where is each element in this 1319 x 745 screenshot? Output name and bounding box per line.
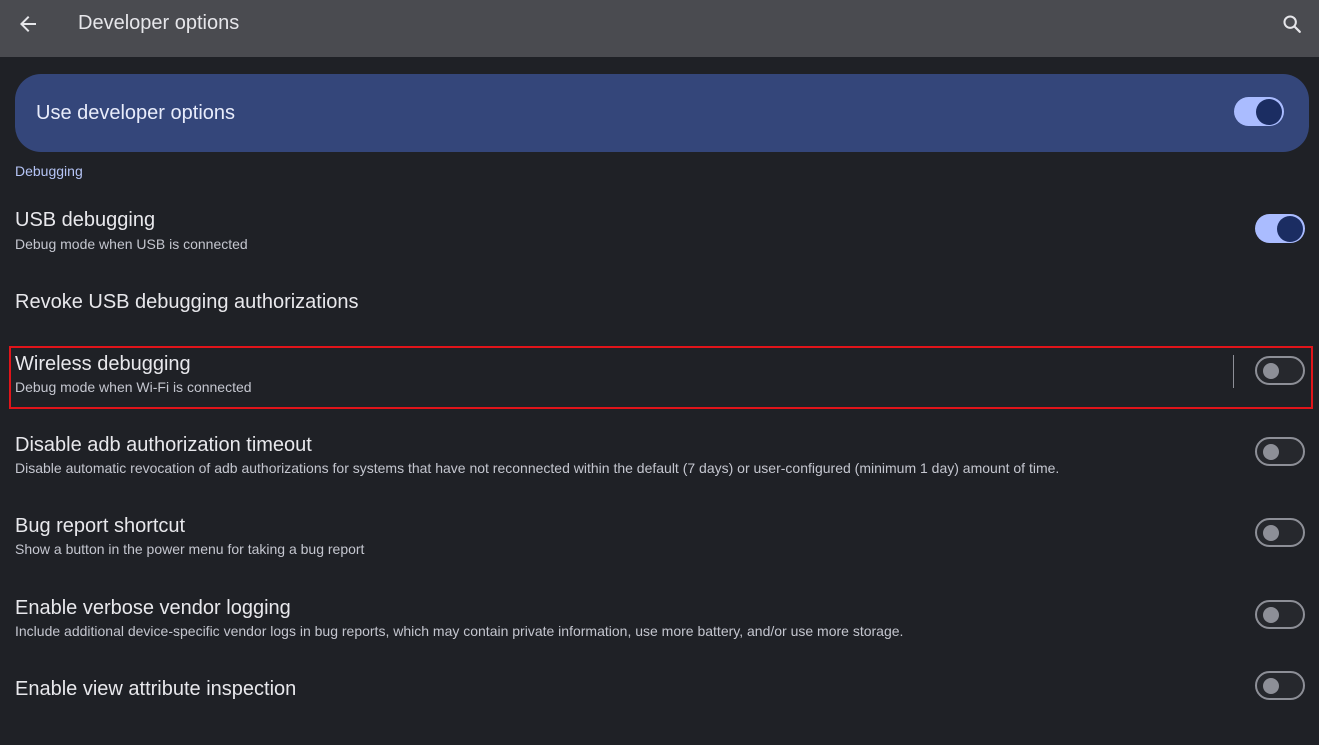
setting-enable-verbose-vendor-logging[interactable]: Enable verbose vendor logging Include ad…: [0, 584, 1319, 654]
setting-revoke-usb-authorizations[interactable]: Revoke USB debugging authorizations: [0, 272, 1319, 334]
switch-thumb: [1263, 524, 1279, 541]
setting-subtitle: Debug mode when USB is connected: [15, 236, 248, 252]
search-button[interactable]: [1274, 6, 1310, 42]
app-bar: Developer options: [0, 0, 1319, 57]
setting-title: Bug report shortcut: [15, 515, 186, 537]
setting-title: Enable view attribute inspection: [15, 678, 297, 700]
setting-subtitle: Include additional device-specific vendo…: [15, 623, 904, 639]
setting-subtitle: Disable automatic revocation of adb auth…: [15, 460, 1060, 476]
setting-enable-view-attribute-inspection[interactable]: Enable view attribute inspection: [0, 660, 1319, 720]
switch-thumb: [1256, 98, 1282, 125]
arrow-left-icon: [20, 16, 36, 32]
section-header-debugging: Debugging: [15, 163, 83, 179]
switch-thumb: [1263, 677, 1279, 694]
setting-subtitle: Show a button in the power menu for taki…: [15, 541, 365, 557]
search-icon: [1283, 15, 1301, 33]
usb-debugging-switch[interactable]: [1255, 214, 1305, 243]
back-button[interactable]: [10, 6, 46, 42]
use-developer-options-card[interactable]: Use developer options: [15, 74, 1309, 152]
setting-title: Revoke USB debugging authorizations: [15, 291, 359, 313]
setting-disable-adb-authorization-timeout[interactable]: Disable adb authorization timeout Disabl…: [0, 421, 1319, 491]
page-title: Developer options: [78, 12, 240, 34]
enable-view-attribute-inspection-switch[interactable]: [1255, 671, 1305, 700]
enable-verbose-vendor-logging-switch[interactable]: [1255, 600, 1305, 629]
setting-subtitle: Debug mode when Wi-Fi is connected: [15, 379, 252, 395]
switch-thumb: [1277, 215, 1303, 242]
wireless-debugging-switch[interactable]: [1255, 356, 1305, 385]
disable-adb-authorization-timeout-switch[interactable]: [1255, 437, 1305, 466]
divider: [1233, 355, 1234, 388]
switch-thumb: [1263, 443, 1279, 460]
switch-thumb: [1263, 606, 1279, 623]
setting-title: Enable verbose vendor logging: [15, 597, 291, 619]
switch-thumb: [1263, 362, 1279, 379]
setting-title: USB debugging: [15, 209, 156, 231]
use-developer-options-label: Use developer options: [36, 102, 236, 124]
setting-usb-debugging[interactable]: USB debugging Debug mode when USB is con…: [0, 195, 1319, 265]
bug-report-shortcut-switch[interactable]: [1255, 518, 1305, 547]
setting-title: Wireless debugging: [15, 353, 191, 375]
setting-title: Disable adb authorization timeout: [15, 434, 312, 456]
use-developer-options-switch[interactable]: [1234, 97, 1284, 126]
setting-wireless-debugging[interactable]: Wireless debugging Debug mode when Wi-Fi…: [0, 340, 1319, 410]
setting-bug-report-shortcut[interactable]: Bug report shortcut Show a button in the…: [0, 502, 1319, 572]
